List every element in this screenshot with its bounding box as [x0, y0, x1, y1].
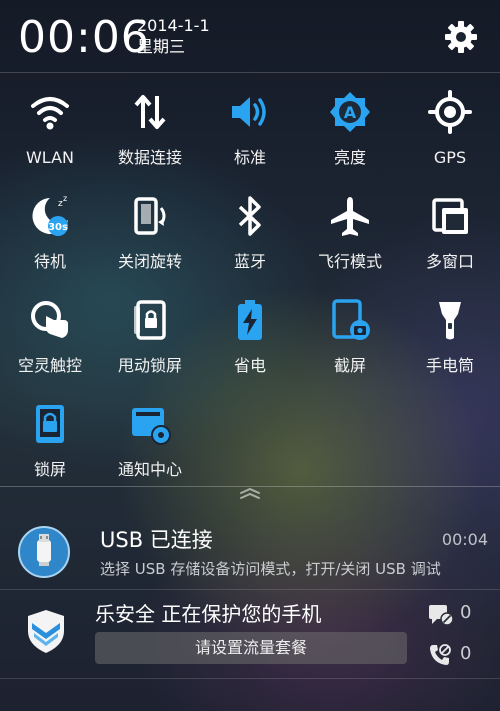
tile-sound[interactable]: 标准 [200, 82, 300, 182]
brightness-auto-icon: A [330, 92, 370, 132]
touch-gesture-icon [31, 301, 68, 338]
notification-title: USB 已连接 [100, 528, 213, 552]
svg-text:A: A [344, 103, 357, 122]
tile-rotation[interactable]: 关闭旋转 [100, 186, 200, 286]
call-block-count: 0 [460, 643, 472, 664]
tile-airplane[interactable]: 飞行模式 [300, 186, 400, 286]
wifi-icon [31, 97, 69, 130]
rotation-lock-icon [134, 197, 166, 235]
notification-usb[interactable]: USB 已连接 00:04 选择 USB 存储设备访问模式，打开/关闭 USB … [0, 502, 500, 588]
gear-icon[interactable] [444, 20, 478, 54]
tile-air-touch[interactable]: 空灵触控 [0, 290, 100, 390]
weekday-text: 星期三 [137, 37, 186, 56]
tile-label: 飞行模式 [317, 252, 382, 271]
multi-window-icon [432, 198, 468, 234]
notification-security[interactable]: 乐安全 正在保护您的手机 请设置流量套餐 0 0 [0, 591, 500, 679]
tile-label: 空灵触控 [17, 356, 82, 375]
call-block-icon [430, 644, 451, 665]
screenshot-icon [332, 299, 370, 340]
airplane-icon [331, 197, 369, 236]
notification-divider [0, 589, 500, 590]
shake-lock-icon [134, 300, 166, 340]
tile-data[interactable]: 数据连接 [100, 82, 200, 182]
tile-label: GPS [433, 148, 467, 167]
tile-wlan[interactable]: WLAN [0, 82, 100, 182]
tile-label: 多窗口 [425, 252, 474, 271]
tile-label: 甩动锁屏 [117, 356, 182, 375]
status-header: 00:06 2014-1-1 星期三 [0, 0, 500, 72]
tile-bluetooth[interactable]: 蓝牙 [200, 186, 300, 286]
gps-icon [428, 90, 472, 134]
tile-label: 标准 [233, 148, 266, 167]
set-data-plan-button[interactable]: 请设置流量套餐 [95, 632, 407, 664]
tile-standby[interactable]: 30s z z 待机 [0, 186, 100, 286]
tile-gps[interactable]: GPS [400, 82, 500, 182]
tile-label: 亮度 [333, 148, 366, 167]
tile-label: 关闭旋转 [117, 252, 182, 271]
tile-label: 省电 [233, 356, 266, 375]
usb-icon [18, 526, 70, 578]
chevron-up-icon[interactable] [236, 486, 264, 502]
tile-label: 截屏 [333, 356, 366, 375]
standby-badge: 30s [48, 222, 68, 233]
notification-center-icon [132, 408, 171, 445]
sms-block-count: 0 [460, 602, 472, 623]
clock-time: 00:06 [18, 12, 150, 63]
sms-block-icon [429, 605, 454, 626]
tile-screenshot[interactable]: 截屏 [300, 290, 400, 390]
tile-brightness[interactable]: A 亮度 [300, 82, 400, 182]
volume-icon [232, 97, 266, 127]
data-sync-icon [134, 95, 166, 129]
notification-body: 选择 USB 存储设备访问模式，打开/关闭 USB 调试 [100, 560, 441, 578]
notification-title: 乐安全 正在保护您的手机 [95, 602, 322, 626]
date-text: 2014-1-1 [137, 16, 210, 35]
tile-flashlight[interactable]: 手电筒 [400, 290, 500, 390]
tile-label: 通知中心 [117, 460, 182, 479]
tile-notification-center[interactable]: 通知中心 [100, 394, 200, 494]
shield-icon [28, 610, 64, 653]
notification-divider [0, 678, 500, 679]
tile-label: 待机 [33, 252, 66, 271]
battery-saver-icon [238, 300, 262, 340]
lock-screen-icon [36, 405, 64, 443]
tile-power-save[interactable]: 省电 [200, 290, 300, 390]
bluetooth-icon [238, 196, 261, 236]
tile-shake-lock[interactable]: 甩动锁屏 [100, 290, 200, 390]
tile-label: 蓝牙 [233, 252, 266, 271]
tile-label: 手电筒 [425, 356, 474, 375]
header-divider [0, 72, 500, 73]
standby-moon-icon: 30s z z [32, 194, 68, 236]
notification-time: 00:04 [441, 530, 488, 549]
tile-multi-window[interactable]: 多窗口 [400, 186, 500, 286]
tile-label: 数据连接 [117, 148, 182, 167]
tile-label: 锁屏 [33, 460, 66, 479]
tile-lock-screen[interactable]: 锁屏 [0, 394, 100, 494]
tile-label: WLAN [25, 148, 74, 167]
flashlight-icon [439, 302, 461, 340]
svg-text:z: z [63, 194, 67, 203]
